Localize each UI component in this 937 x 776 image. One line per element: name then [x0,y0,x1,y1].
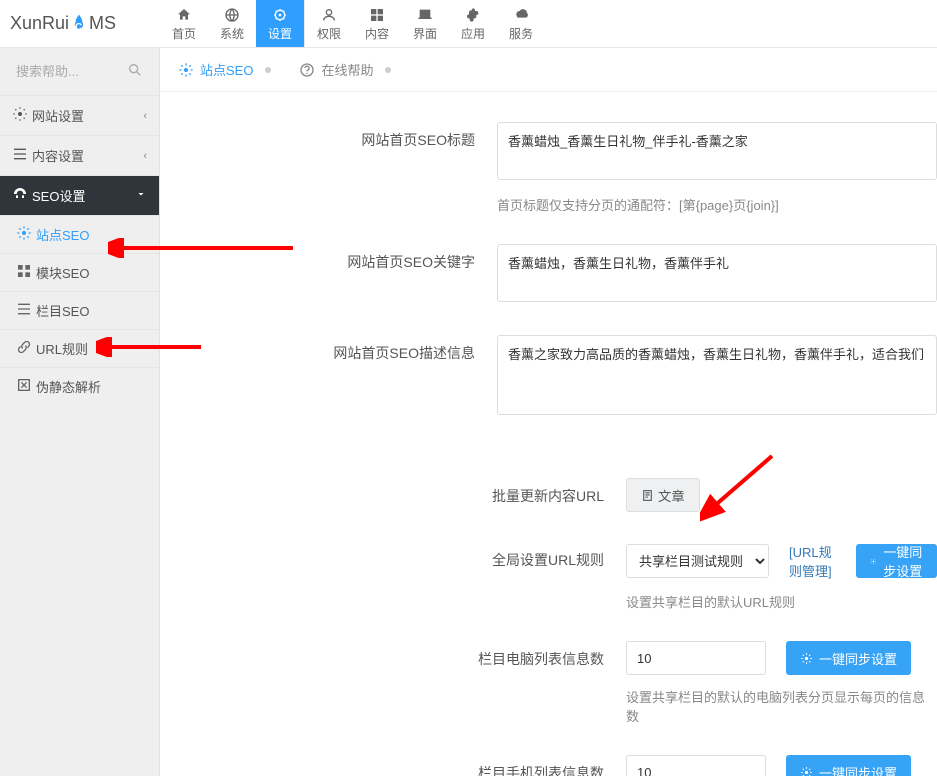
sidebar-item-category-seo[interactable]: 栏目SEO [0,291,159,329]
topnav: 首页 系统 设置 权限 内容 界面 应用 服务 [160,0,545,47]
tabs: 站点SEO 在线帮助 [160,48,937,92]
sidebar-group-seo[interactable]: SEO设置 [0,175,159,215]
tab-dot-icon [385,67,391,73]
label-seo-desc: 网站首页SEO描述信息 [160,335,497,363]
select-url-rule[interactable]: 共享栏目测试规则 [626,544,769,578]
annotation-arrow-1 [108,238,298,258]
search-icon[interactable] [127,62,143,81]
topnav-auth[interactable]: 权限 [305,0,353,47]
sidebar-search [0,48,159,95]
hint-seo-title: 首页标题仅支持分页的通配符：[第{page}页{join}] [497,195,937,214]
logo: XunRuiCMS [0,0,160,47]
link-url-manage[interactable]: [URL规则管理] [789,542,836,580]
hint-global-url: 设置共享栏目的默认URL规则 [626,592,937,611]
topnav-ui[interactable]: 界面 [401,0,449,47]
sidebar-group-content[interactable]: 内容设置 ‹ [0,135,159,175]
sidebar: 网站设置 ‹ 内容设置 ‹ SEO设置 站点SEO 模块SEO 栏目SEO UR… [0,48,160,776]
topnav-service[interactable]: 服务 [497,0,545,47]
sidebar-item-rewrite[interactable]: 伪静态解析 [0,367,159,405]
annotation-arrow-2 [96,337,206,357]
input-pc-list[interactable] [626,641,766,675]
button-sync-global[interactable]: 一键同步设置 [856,544,937,578]
form: 网站首页SEO标题 首页标题仅支持分页的通配符：[第{page}页{join}]… [160,92,937,776]
hint-pc-list: 设置共享栏目的默认的电脑列表分页显示每页的信息数 [626,687,937,725]
label-pc-list: 栏目电脑列表信息数 [160,641,626,669]
input-seo-desc[interactable] [497,335,937,415]
annotation-arrow-3 [700,448,780,528]
label-global-url: 全局设置URL规则 [160,542,626,570]
main: 站点SEO 在线帮助 网站首页SEO标题 首页标题仅支持分页的通配符：[第{pa… [160,48,937,776]
topnav-system[interactable]: 系统 [208,0,256,47]
button-sync-mobile[interactable]: 一键同步设置 [786,755,911,776]
sidebar-item-module-seo[interactable]: 模块SEO [0,253,159,291]
topnav-home[interactable]: 首页 [160,0,208,47]
tab-dot-icon [265,67,271,73]
sidebar-group-site[interactable]: 网站设置 ‹ [0,95,159,135]
label-mobile-list: 栏目手机列表信息数 [160,755,626,776]
topbar: XunRuiCMS 首页 系统 设置 权限 内容 界面 应用 服务 [0,0,937,48]
label-batch-url: 批量更新内容URL [160,478,626,506]
label-seo-title: 网站首页SEO标题 [160,122,497,150]
topnav-settings[interactable]: 设置 [256,0,304,47]
input-mobile-list[interactable] [626,755,766,776]
button-article[interactable]: 文章 [626,478,700,512]
topnav-apps[interactable]: 应用 [449,0,497,47]
tab-help[interactable]: 在线帮助 [299,60,391,79]
tab-site-seo[interactable]: 站点SEO [178,60,271,79]
input-seo-title[interactable] [497,122,937,180]
button-sync-pc[interactable]: 一键同步设置 [786,641,911,675]
topnav-content[interactable]: 内容 [353,0,401,47]
input-seo-keywords[interactable] [497,244,937,302]
